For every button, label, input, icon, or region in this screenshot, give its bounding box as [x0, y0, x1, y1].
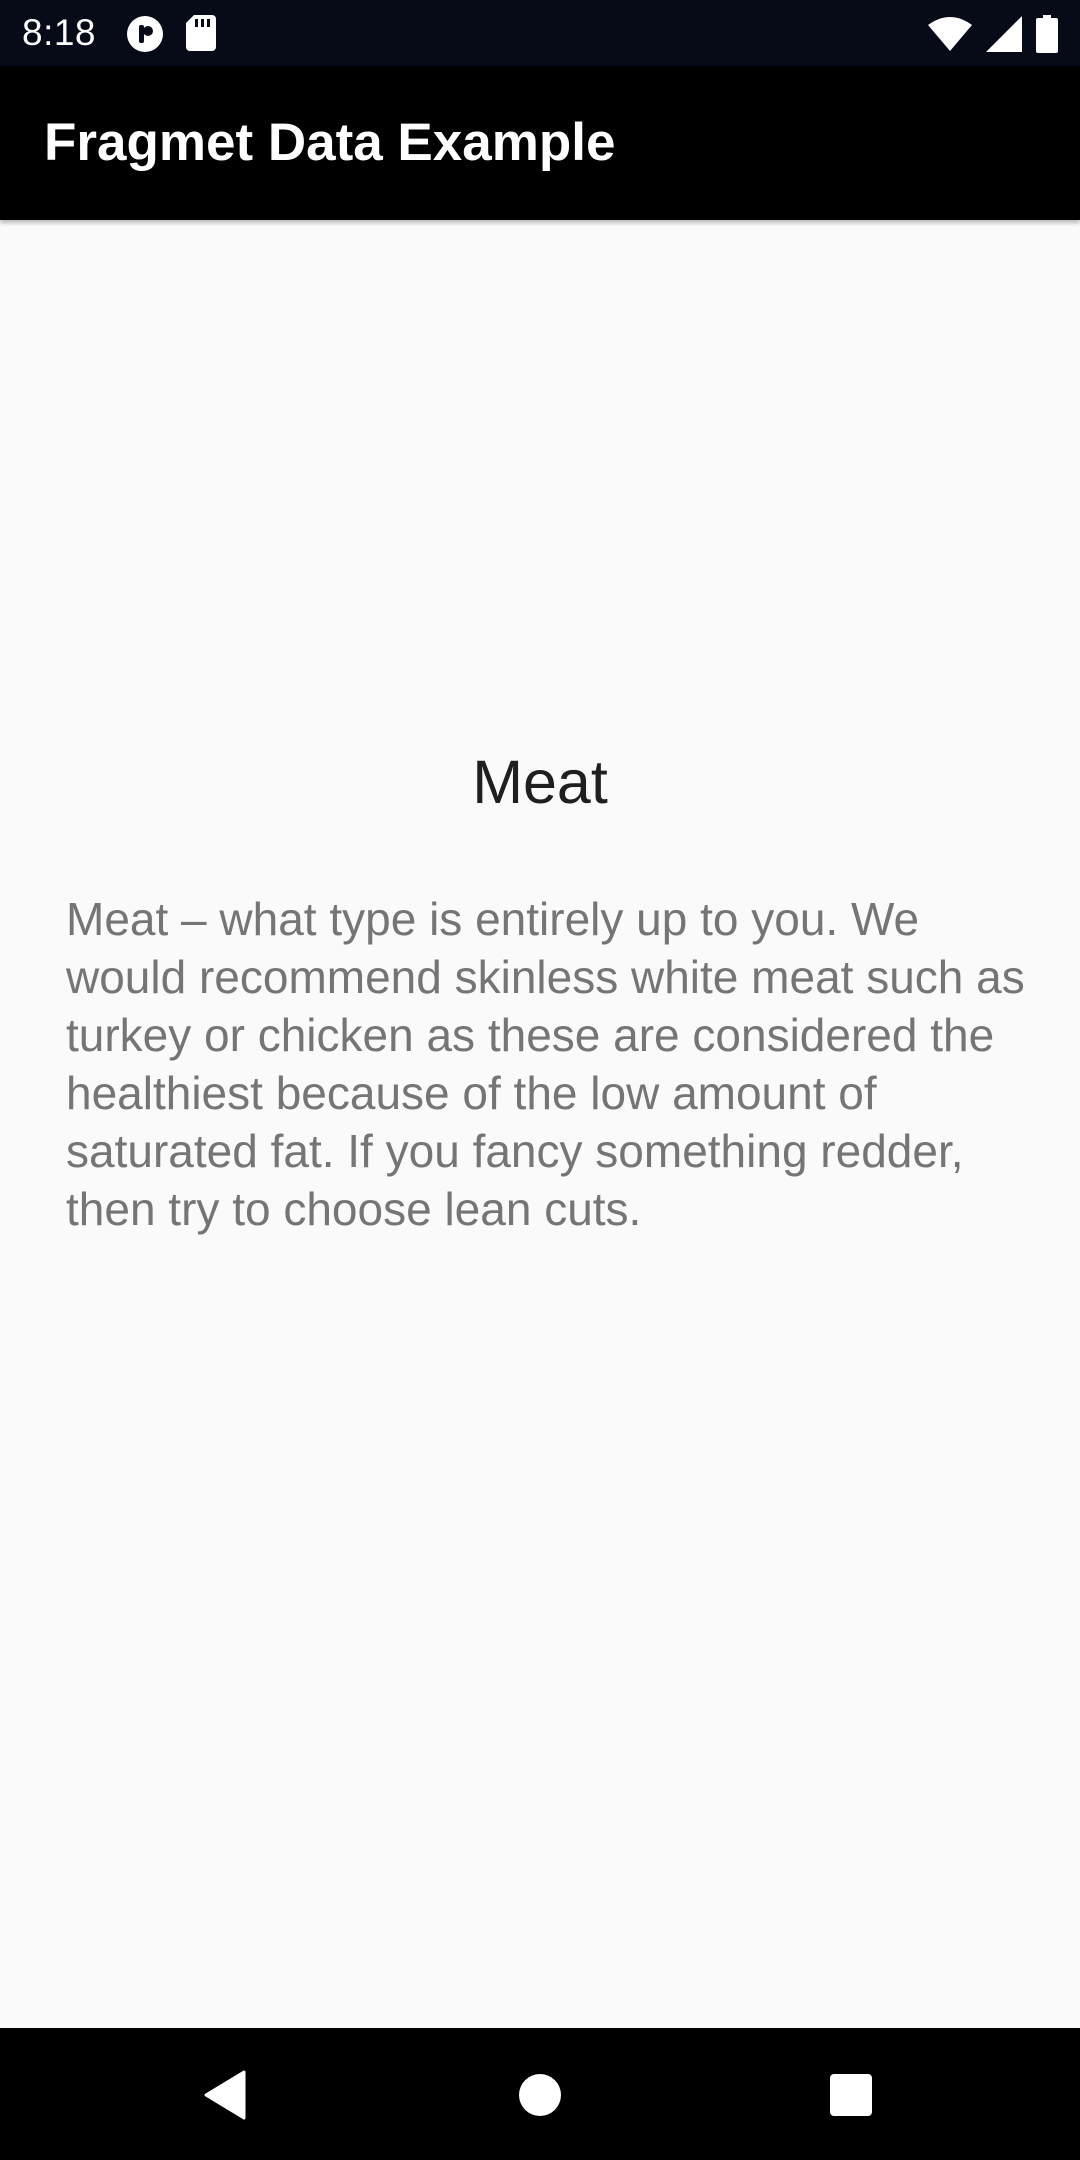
wifi-icon — [928, 17, 972, 56]
fragment-content: Meat Meat – what type is entirely up to … — [0, 220, 1080, 2028]
item-heading: Meat — [472, 748, 608, 816]
home-icon — [519, 2074, 561, 2116]
status-system-icons — [928, 15, 1058, 58]
navigation-bar — [0, 2028, 1080, 2160]
item-description: Meat – what type is entirely up to you. … — [66, 893, 1025, 1235]
recents-button[interactable] — [824, 2068, 878, 2122]
app-screen: 8:18 Fragmet Data Example Meat Meat – wh… — [0, 0, 1080, 2160]
data-saver-icon — [126, 15, 164, 58]
app-bar: Fragmet Data Example — [0, 66, 1080, 220]
back-button[interactable] — [198, 2068, 252, 2122]
home-button[interactable] — [513, 2068, 567, 2122]
status-bar: 8:18 — [0, 0, 1080, 66]
sd-card-icon — [186, 15, 216, 58]
app-title: Fragmet Data Example — [44, 113, 616, 172]
recents-icon — [830, 2074, 872, 2116]
back-icon — [204, 2070, 246, 2120]
status-notification-icons — [126, 15, 216, 58]
battery-icon — [1036, 15, 1058, 58]
status-time: 8:18 — [22, 12, 97, 53]
cellular-signal-icon — [986, 16, 1022, 57]
